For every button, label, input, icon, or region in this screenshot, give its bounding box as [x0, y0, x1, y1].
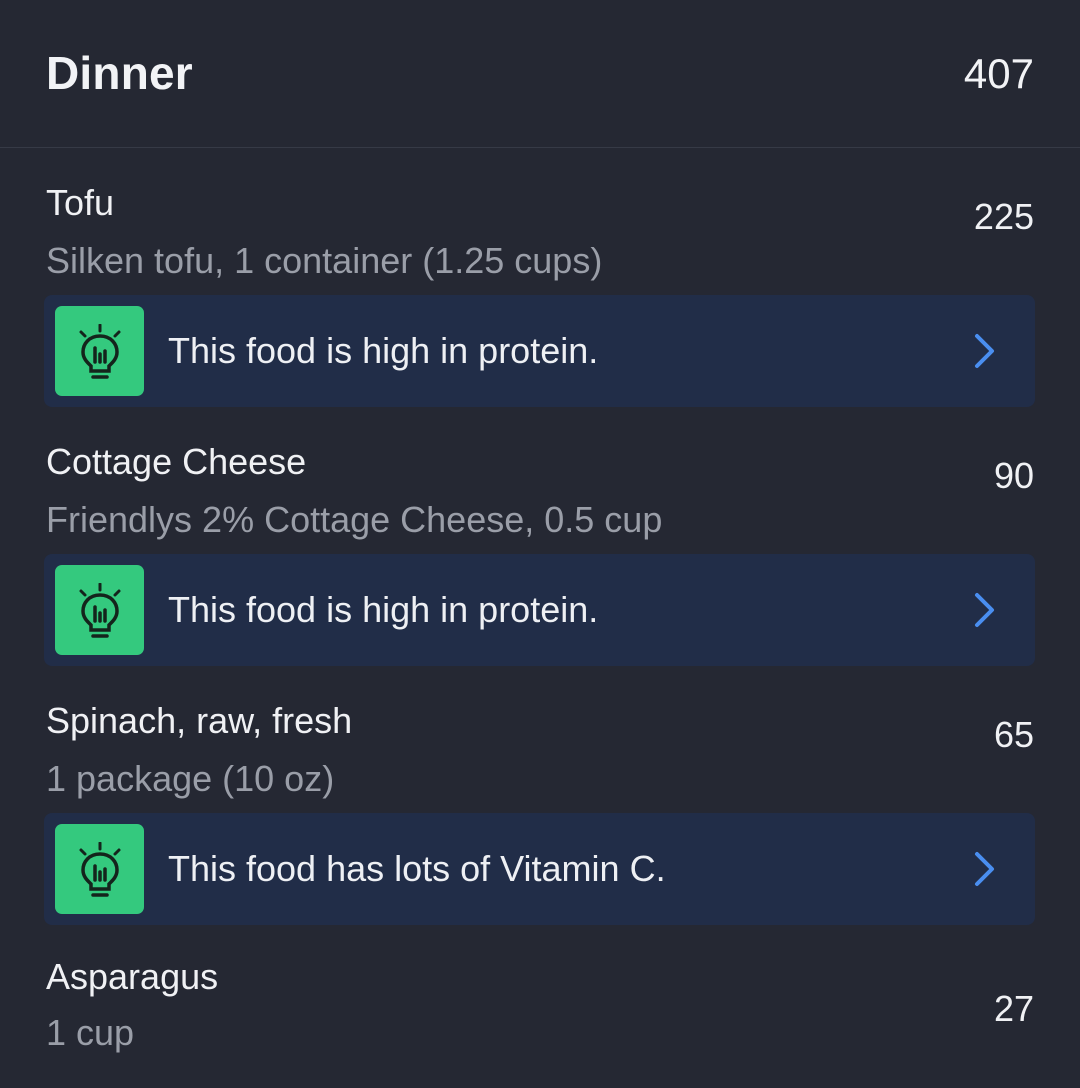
food-calories: 27 [993, 988, 1034, 1029]
food-calories: 65 [993, 714, 1034, 755]
chevron-right-icon[interactable] [973, 592, 997, 628]
meal-total-calories: 407 [963, 50, 1034, 97]
food-insight-card[interactable]: This food is high in protein. [44, 554, 1035, 666]
food-name: Cottage Cheese [46, 441, 307, 482]
food-description: 1 cup [46, 1012, 135, 1053]
meal-header: Dinner 407 [0, 0, 1080, 148]
lightbulb-chart-icon [55, 306, 144, 396]
food-description: 1 package (10 oz) [46, 758, 335, 799]
insight-text: This food has lots of Vitamin C. [168, 848, 666, 889]
food-name: Tofu [46, 182, 115, 223]
chevron-right-icon[interactable] [973, 851, 997, 887]
food-entry-tofu[interactable]: Tofu 225 Silken tofu, 1 container (1.25 … [0, 182, 1080, 410]
food-entry-asparagus[interactable]: Asparagus 27 1 cup [0, 956, 1080, 1066]
food-entry-cottage-cheese[interactable]: Cottage Cheese 90 Friendlys 2% Cottage C… [0, 441, 1080, 669]
food-entry-spinach[interactable]: Spinach, raw, fresh 65 1 package (10 oz)… [0, 700, 1080, 928]
lightbulb-chart-icon [55, 565, 144, 655]
food-name: Spinach, raw, fresh [46, 700, 353, 741]
food-insight-card[interactable]: This food is high in protein. [44, 295, 1035, 407]
food-description: Friendlys 2% Cottage Cheese, 0.5 cup [46, 499, 663, 540]
food-calories: 225 [973, 196, 1034, 237]
food-insight-card[interactable]: This food has lots of Vitamin C. [44, 813, 1035, 925]
chevron-right-icon[interactable] [973, 333, 997, 369]
insight-text: This food is high in protein. [168, 589, 599, 630]
food-name: Asparagus [46, 956, 219, 997]
food-description: Silken tofu, 1 container (1.25 cups) [46, 240, 603, 281]
meal-title: Dinner [46, 47, 193, 99]
insight-text: This food is high in protein. [168, 330, 599, 371]
lightbulb-chart-icon [55, 824, 144, 914]
food-calories: 90 [993, 455, 1034, 496]
